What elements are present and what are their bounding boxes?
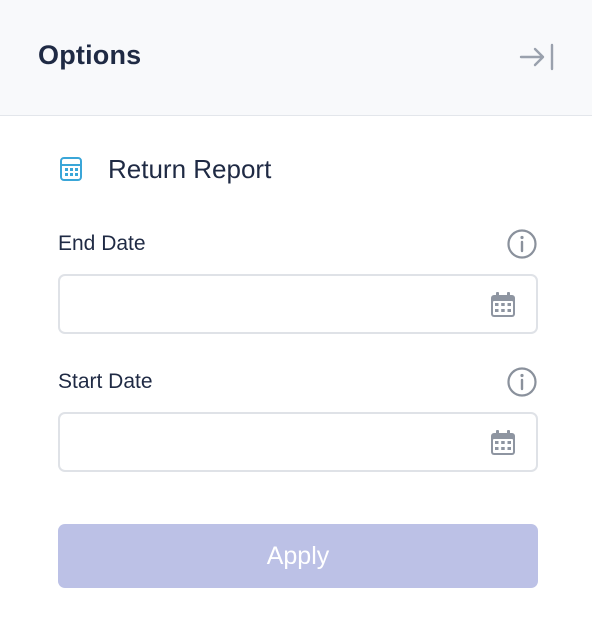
- end-date-label: End Date: [58, 232, 146, 255]
- start-date-field[interactable]: [58, 412, 538, 472]
- start-date-input[interactable]: [60, 414, 480, 470]
- end-date-input[interactable]: [60, 276, 480, 332]
- collapse-panel-button[interactable]: [516, 40, 558, 74]
- calendar-icon[interactable]: [488, 428, 518, 458]
- info-icon[interactable]: [506, 366, 538, 398]
- apply-button[interactable]: Apply: [58, 524, 538, 588]
- panel-title: Options: [38, 40, 142, 70]
- start-date-label: Start Date: [58, 370, 153, 393]
- calculator-icon: [58, 156, 84, 182]
- calendar-icon[interactable]: [488, 290, 518, 320]
- collapse-right-icon: [519, 43, 554, 71]
- end-date-field[interactable]: [58, 274, 538, 334]
- panel-header: Options: [0, 0, 592, 116]
- info-icon[interactable]: [506, 228, 538, 260]
- report-type-row: Return Report: [58, 152, 271, 186]
- report-title: Return Report: [108, 153, 272, 184]
- options-panel: Options Return Report End Date Start Dat…: [0, 0, 592, 626]
